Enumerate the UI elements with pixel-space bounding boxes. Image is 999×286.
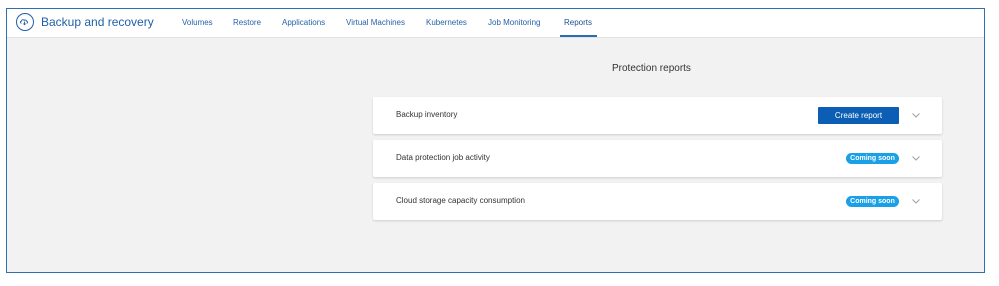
tab-volumes[interactable]: Volumes [182,18,213,27]
create-report-button[interactable]: Create report [818,107,899,124]
chevron-down-icon[interactable] [911,154,921,162]
page-title: Protection reports [612,63,691,74]
report-card-data-protection-job-activity: Data protection job activity Coming soon [373,140,942,177]
tab-restore[interactable]: Restore [233,18,261,27]
report-card-backup-inventory: Backup inventory Create report [373,97,942,134]
app-window: Backup and recovery Volumes Restore Appl… [6,8,985,273]
coming-soon-badge: Coming soon [846,153,899,164]
tab-reports[interactable]: Reports [564,18,592,27]
coming-soon-badge: Coming soon [846,196,899,207]
report-title: Data protection job activity [396,153,490,162]
tab-kubernetes[interactable]: Kubernetes [426,18,467,27]
tab-job-monitoring[interactable]: Job Monitoring [488,18,540,27]
tab-applications[interactable]: Applications [282,18,325,27]
report-title: Cloud storage capacity consumption [396,196,525,205]
main-nav: Volumes Restore Applications Virtual Mac… [7,9,984,38]
top-navigation-bar: Backup and recovery Volumes Restore Appl… [7,9,984,38]
chevron-down-icon[interactable] [911,111,921,119]
report-card-cloud-storage-capacity-consumption: Cloud storage capacity consumption Comin… [373,183,942,220]
active-tab-indicator [560,35,597,37]
chevron-down-icon[interactable] [911,197,921,205]
tab-virtual-machines[interactable]: Virtual Machines [346,18,405,27]
report-title: Backup inventory [396,110,458,119]
